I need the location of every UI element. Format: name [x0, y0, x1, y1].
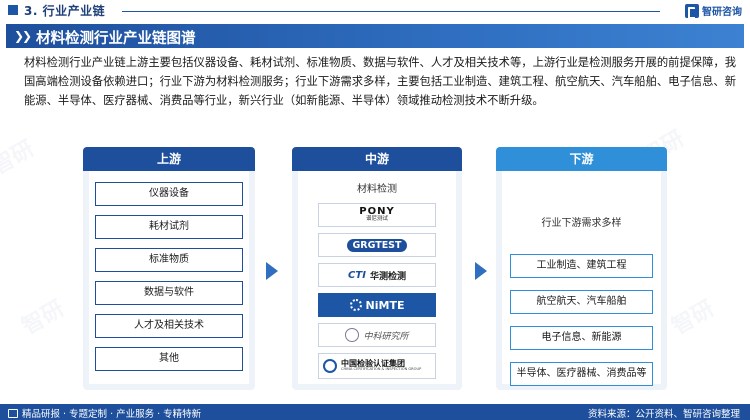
midstream-body: 材料检测 PONY 谱尼测试 GRGTEST CTI 华测检测 NiMTE 中科…: [298, 171, 456, 384]
top-bar: 3. 行业产业链 智研咨询: [0, 0, 750, 22]
upstream-item: 标准物质: [95, 248, 243, 272]
nimte-gear-icon: [349, 299, 362, 311]
source-note: 资料来源：公开资料、智研咨询整理: [587, 409, 740, 420]
downstream-item: 航空航天、汽车船舶: [510, 290, 653, 314]
nimte-logo: NiMTE: [318, 293, 436, 317]
seal-icon: [345, 328, 360, 342]
downstream-panel: 下游 行业下游需求多样 工业制造、建筑工程 航空航天、汽车船舶 电子信息、新能源…: [496, 147, 667, 390]
footer: 精品研报 · 专题定制 · 产业服务 · 专精特新 资料来源：公开资料、智研咨询…: [0, 404, 750, 420]
upstream-title: 上游: [83, 147, 255, 171]
upstream-item: 耗材试剂: [95, 215, 243, 239]
section-marker-icon: [8, 5, 18, 15]
watermark: 智研: [17, 296, 69, 340]
upstream-item: 仪器设备: [95, 182, 243, 206]
nimte-logo-name: NiMTE: [365, 298, 405, 312]
report-icon: [8, 408, 18, 418]
downstream-item: 电子信息、新能源: [510, 326, 653, 350]
cti-logo: CTI 华测检测: [318, 263, 436, 287]
header-divider: [122, 11, 660, 12]
grgtest-logo-name: GRGTEST: [347, 238, 407, 252]
upstream-item: 其他: [95, 347, 243, 371]
cti-logo-sub: 华测检测: [369, 271, 406, 282]
ccic-logo-sub: CHINA CERTIFICATION & INSPECTION GROUP: [341, 367, 422, 372]
upstream-item: 数据与软件: [95, 281, 243, 305]
footer-left: 精品研报 · 专题定制 · 产业服务 · 专精特新: [8, 406, 201, 420]
ccic-logo: 中国检验认证集团 CHINA CERTIFICATION & INSPECTIO…: [318, 353, 436, 379]
pony-logo-sub: 谱尼测试: [365, 216, 388, 223]
upstream-panel: 上游 仪器设备 耗材试剂 标准物质 数据与软件 人才及相关技术 其他: [83, 147, 255, 390]
brand-name: 智研咨询: [702, 7, 742, 18]
watermark: 智研: [667, 296, 719, 340]
arrow-right-icon: [475, 262, 487, 280]
intro-paragraph: 材料检测行业产业链上游主要包括仪器设备、耗材试剂、标准物质、数据与软件、人才及相…: [24, 56, 736, 107]
pony-logo: PONY 谱尼测试: [318, 203, 436, 227]
title-banner: ❯❯ 材料检测行业产业链图谱: [6, 24, 744, 48]
cti-logo-name: CTI: [348, 269, 366, 281]
downstream-title: 下游: [496, 147, 667, 171]
research-institute-logo-name: 中科研究所: [363, 331, 409, 342]
watermark: 智研: [0, 136, 39, 180]
brand-logo-icon: [685, 3, 699, 19]
downstream-item: 半导体、医疗器械、消费品等: [510, 362, 653, 386]
section-title: 3. 行业产业链: [24, 4, 106, 18]
upstream-item: 人才及相关技术: [95, 314, 243, 338]
page-title: 材料检测行业产业链图谱: [36, 31, 196, 47]
downstream-item: 工业制造、建筑工程: [510, 254, 653, 278]
brand-logo: 智研咨询: [685, 3, 742, 19]
midstream-title: 中游: [292, 147, 462, 171]
midstream-label: 材料检测: [357, 184, 397, 195]
research-institute-logo: 中科研究所: [318, 323, 436, 347]
double-chevron-icon: ❯❯: [14, 29, 32, 43]
ccic-globe-icon: [323, 359, 337, 373]
midstream-panel: 中游 材料检测 PONY 谱尼测试 GRGTEST CTI 华测检测 NiMTE…: [292, 147, 462, 390]
upstream-body: 仪器设备 耗材试剂 标准物质 数据与软件 人才及相关技术 其他: [89, 171, 249, 384]
downstream-label: 行业下游需求多样: [541, 218, 622, 229]
grgtest-logo: GRGTEST: [318, 233, 436, 257]
downstream-body: 行业下游需求多样 工业制造、建筑工程 航空航天、汽车船舶 电子信息、新能源 半导…: [502, 171, 661, 386]
arrow-right-icon: [266, 262, 278, 280]
footer-services: 精品研报 · 专题定制 · 产业服务 · 专精特新: [22, 409, 202, 420]
